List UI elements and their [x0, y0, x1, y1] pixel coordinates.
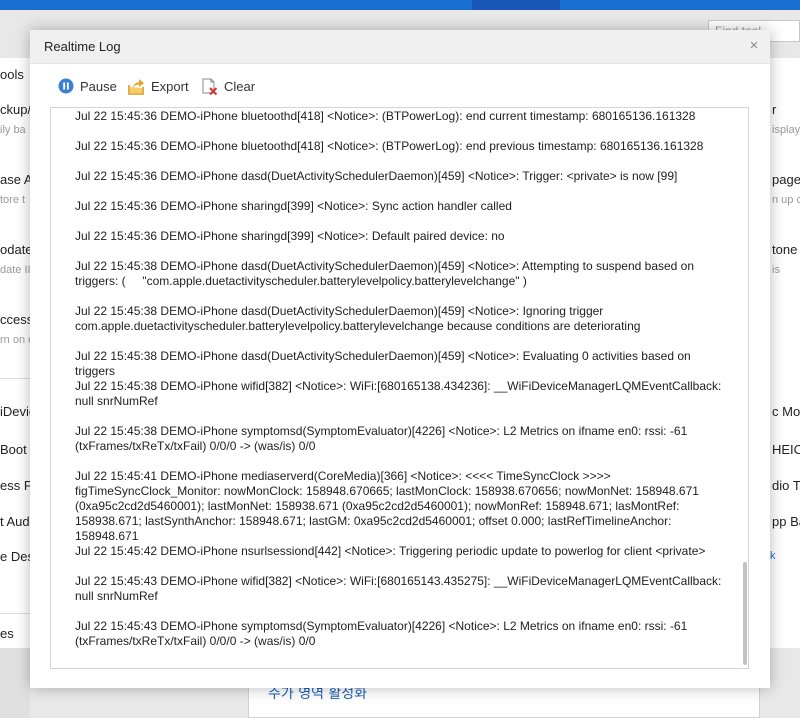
bottom-left-strip: [0, 648, 30, 718]
left-tool-panel: ools ckup/ ily ba ase A tore t odate dat…: [0, 58, 43, 648]
pause-button[interactable]: Pause: [58, 77, 117, 95]
log-entry: Jul 22 15:45:36 DEMO-iPhone sharingd[399…: [75, 229, 505, 243]
log-entry: Jul 22 15:45:43 DEMO-iPhone symptomsd(Sy…: [75, 619, 691, 648]
export-label: Export: [151, 78, 189, 94]
log-entry: Jul 22 15:45:38 DEMO-iPhone wifid[382] <…: [75, 379, 725, 408]
clear-button[interactable]: Clear: [201, 77, 255, 95]
log-entry: Jul 22 15:45:36 DEMO-iPhone sharingd[399…: [75, 199, 512, 213]
log-scrollbar-thumb[interactable]: [743, 562, 747, 665]
log-entry: Jul 22 15:45:36 DEMO-iPhone bluetoothd[4…: [75, 139, 704, 153]
right-item[interactable]: tone: [772, 242, 797, 257]
log-entry: Jul 22 15:45:38 DEMO-iPhone dasd(DuetAct…: [75, 349, 695, 378]
top-nav-active-tab[interactable]: [472, 0, 560, 10]
close-button[interactable]: ×: [744, 36, 764, 56]
right-tool-panel: r isplay page n up c tone is c Mo HEIC d…: [770, 58, 800, 648]
log-entry: Jul 22 15:45:38 DEMO-iPhone dasd(DuetAct…: [75, 259, 698, 288]
pause-label: Pause: [80, 78, 117, 94]
left-item[interactable]: Boot: [0, 442, 27, 457]
right-item[interactable]: pp Ba: [772, 514, 800, 529]
left-item[interactable]: odate: [0, 242, 33, 257]
left-divider: [0, 378, 30, 379]
export-button[interactable]: Export: [128, 77, 189, 95]
left-item[interactable]: ools: [0, 67, 24, 82]
log-entry: Jul 22 15:45:38 DEMO-iPhone symptomsd(Sy…: [75, 424, 691, 453]
realtime-log-dialog: Realtime Log × Pause Export Clear Jul 22…: [30, 30, 770, 688]
log-entry: Jul 22 15:45:42 DEMO-iPhone nsurlsession…: [75, 544, 706, 558]
clear-label: Clear: [224, 78, 256, 94]
log-entry: Jul 22 15:45:38 DEMO-iPhone dasd(DuetAct…: [75, 304, 641, 333]
pause-icon: [58, 78, 74, 94]
left-item-desc: ily ba: [0, 124, 26, 136]
left-item[interactable]: es: [0, 626, 14, 641]
right-link[interactable]: k: [770, 550, 776, 562]
left-item[interactable]: ckup/: [0, 102, 31, 117]
dialog-titlebar[interactable]: Realtime Log ×: [30, 30, 770, 64]
log-entry: Jul 22 15:45:36 DEMO-iPhone bluetoothd[4…: [75, 109, 696, 123]
log-entry: Jul 22 15:45:36 DEMO-iPhone dasd(DuetAct…: [75, 169, 678, 183]
left-divider: [0, 613, 30, 614]
left-item-desc: date II: [0, 264, 31, 276]
top-nav-bar: [0, 0, 800, 10]
left-item-desc: rn on c: [0, 334, 34, 346]
right-item[interactable]: c Mo: [772, 404, 800, 419]
left-item[interactable]: t Audi: [0, 514, 33, 529]
log-toolbar: Pause Export Clear: [30, 64, 770, 106]
right-item[interactable]: r: [772, 102, 776, 117]
left-item-desc: tore t: [0, 194, 26, 206]
right-item[interactable]: page: [772, 172, 800, 187]
close-icon: ×: [749, 37, 759, 54]
clear-document-icon: [202, 78, 218, 95]
right-item-desc: n up c: [772, 194, 800, 206]
right-item[interactable]: HEIC: [772, 442, 800, 457]
log-entry: Jul 22 15:45:43 DEMO-iPhone wifid[382] <…: [75, 574, 725, 603]
dialog-title: Realtime Log: [44, 39, 121, 54]
right-item[interactable]: dio Tag: [772, 478, 800, 493]
right-item-desc: is: [772, 264, 780, 276]
export-icon: [128, 78, 144, 95]
left-item[interactable]: ase A: [0, 172, 33, 187]
right-item-desc: isplay: [772, 124, 800, 136]
log-entry: Jul 22 15:45:41 DEMO-iPhone mediaserverd…: [75, 469, 703, 543]
log-output-area[interactable]: Jul 22 15:45:36 DEMO-iPhone bluetoothd[4…: [50, 107, 749, 669]
